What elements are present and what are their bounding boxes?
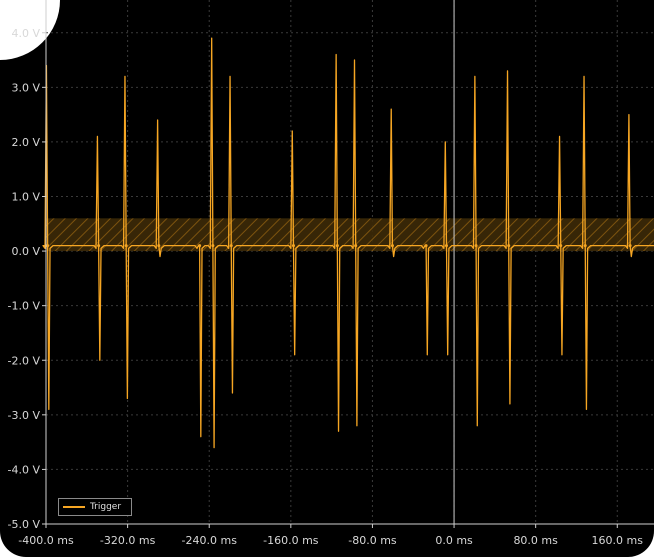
spike-marker xyxy=(157,244,161,248)
y-tick-label: -3.0 V xyxy=(8,409,41,422)
spike-marker xyxy=(97,244,101,248)
axes xyxy=(42,0,654,528)
x-tick-label: 80.0 ms xyxy=(513,534,558,547)
scope-frame: 4.0 V 3.0 V 2.0 V 1.0 V 0.0 V -1.0 V -2.0 V -3.… xyxy=(0,0,654,557)
spike-marker xyxy=(507,244,511,248)
spike-marker xyxy=(198,244,202,248)
y-tick-labels: 4.0 V 3.0 V 2.0 V 1.0 V 0.0 V -1.0 V -2.0 V -3.… xyxy=(8,27,41,531)
spike-marker xyxy=(474,244,478,248)
spike-marker xyxy=(229,244,233,248)
x-tick-label: -400.0 ms xyxy=(18,534,74,547)
y-tick-label: 2.0 V xyxy=(11,136,40,149)
x-tick-label: -80.0 ms xyxy=(348,534,397,547)
legend-label: Trigger xyxy=(90,502,122,512)
legend[interactable]: Trigger xyxy=(58,498,132,516)
y-tick-label: 4.0 V xyxy=(11,27,40,40)
x-tick-labels: -400.0 ms -320.0 ms -240.0 ms -160.0 ms -80.… xyxy=(18,534,643,547)
y-tick-label: -1.0 V xyxy=(8,300,41,313)
spike-marker xyxy=(335,244,339,248)
spike-marker xyxy=(444,244,448,248)
y-tick-label: 0.0 V xyxy=(11,245,40,258)
spike-marker xyxy=(559,244,563,248)
x-tick-label: -240.0 ms xyxy=(182,534,238,547)
spike-marker xyxy=(354,244,358,248)
legend-swatch xyxy=(63,506,85,508)
spike-marker xyxy=(46,244,50,248)
y-tick-label: -2.0 V xyxy=(8,354,41,367)
spike-marker xyxy=(390,244,394,248)
spike-marker xyxy=(291,244,295,248)
y-tick-label: -5.0 V xyxy=(8,518,41,531)
spike-marker xyxy=(583,244,587,248)
x-tick-label: -160.0 ms xyxy=(263,534,319,547)
spike-marker xyxy=(124,244,128,248)
spike-marker xyxy=(628,244,632,248)
spike-marker xyxy=(211,244,215,248)
oscilloscope-plot[interactable]: 4.0 V 3.0 V 2.0 V 1.0 V 0.0 V -1.0 V -2.0 V -3.… xyxy=(0,0,654,557)
x-tick-label: 160.0 ms xyxy=(592,534,644,547)
x-tick-label: -320.0 ms xyxy=(100,534,156,547)
y-tick-label: -4.0 V xyxy=(8,463,41,476)
x-tick-label: 0.0 ms xyxy=(435,534,473,547)
y-tick-label: 1.0 V xyxy=(11,191,40,204)
y-tick-label: 3.0 V xyxy=(11,81,40,94)
spike-marker xyxy=(424,244,428,248)
